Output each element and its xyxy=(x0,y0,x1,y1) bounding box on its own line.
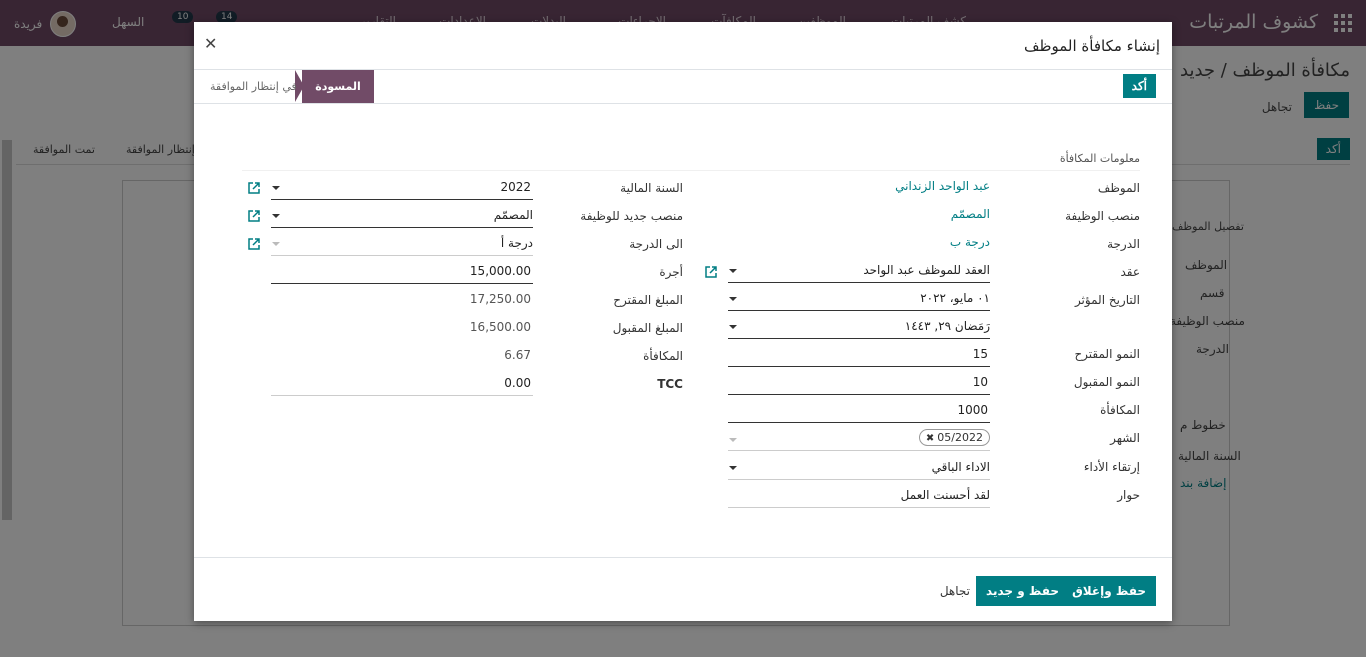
modal-title: إنشاء مكافأة الموظف xyxy=(1024,37,1160,55)
fiscal-year-label: السنة المالية xyxy=(620,181,683,195)
month-tag: ✖ 05/2022 xyxy=(918,429,990,446)
modal-footer: حفظ وإغلاق حفظ و جديد تجاهل xyxy=(194,557,1172,622)
employee-field[interactable]: عبد الواحد الزنداني xyxy=(728,176,990,198)
chevron-down-icon[interactable] xyxy=(729,269,737,273)
employee-value[interactable]: عبد الواحد الزنداني xyxy=(895,179,990,193)
performance-value: الاداء الباقي xyxy=(931,460,990,474)
external-link-icon[interactable] xyxy=(248,210,260,222)
reward-percent-value: 6.67 xyxy=(504,348,531,362)
dialog-value: لقد أحسنت العمل xyxy=(900,488,990,502)
to-grade-label: الى الدرجة xyxy=(629,237,683,251)
reward-input[interactable]: 1000 xyxy=(728,400,990,423)
modal-header: إنشاء مكافأة الموظف ✕ xyxy=(194,22,1172,70)
stage-waiting-approval[interactable]: في إنتظار الموافقة xyxy=(210,70,297,103)
proposed-amount-field: 17,250.00 xyxy=(271,289,533,311)
chevron-down-icon[interactable] xyxy=(272,186,280,190)
effective-date-field[interactable]: ٠١ مايو، ٢٠٢٢ xyxy=(728,288,990,311)
effective-date-value: ٠١ مايو، ٢٠٢٢ xyxy=(920,291,990,305)
confirm-button[interactable]: أكد xyxy=(1122,74,1156,98)
proposed-growth-value: 15 xyxy=(972,347,988,361)
grade-label: الدرجة xyxy=(1107,237,1140,251)
performance-select[interactable]: الاداء الباقي xyxy=(728,457,990,480)
month-tags-field[interactable]: ✖ 05/2022 xyxy=(728,428,990,451)
close-icon[interactable]: ✕ xyxy=(204,34,217,53)
reward-label: المكافأة xyxy=(1100,403,1140,417)
performance-label: إرتقاء الأداء xyxy=(1083,460,1140,474)
new-job-select[interactable]: المصمّم xyxy=(271,205,533,228)
chevron-down-icon[interactable] xyxy=(729,438,737,442)
divider xyxy=(242,170,1140,171)
modal-statusbar: أكد المسودة في إنتظار الموافقة xyxy=(194,70,1172,104)
external-link-icon[interactable] xyxy=(248,182,260,194)
month-tag-value: 05/2022 xyxy=(937,431,983,444)
create-reward-dialog: إنشاء مكافأة الموظف ✕ أكد المسودة في إنت… xyxy=(194,22,1172,621)
contract-label: عقد xyxy=(1120,265,1140,279)
stage-draft[interactable]: المسودة xyxy=(302,70,374,103)
job-label: منصب الوظيفة xyxy=(1065,209,1140,223)
grade-value[interactable]: درجة ب xyxy=(950,235,990,249)
reward-percent-field: 6.67 xyxy=(271,345,533,367)
wage-value: 15,000.00 xyxy=(469,264,531,278)
discard-button[interactable]: تجاهل xyxy=(940,584,970,598)
contract-select[interactable]: العقد للموظف عبد الواحد xyxy=(728,260,990,283)
hijri-date-field[interactable]: رَمَضان ٢٩, ١٤٤٣ xyxy=(728,316,990,339)
accepted-growth-value: 10 xyxy=(972,375,988,389)
dialog-label: حوار xyxy=(1117,488,1140,502)
to-grade-select[interactable]: درجة أ xyxy=(271,233,533,256)
proposed-amount-value: 17,250.00 xyxy=(469,292,531,306)
contract-value: العقد للموظف عبد الواحد xyxy=(863,263,990,277)
external-link-icon[interactable] xyxy=(705,266,717,278)
chevron-down-icon[interactable] xyxy=(729,325,737,329)
grade-field[interactable]: درجة ب xyxy=(728,232,990,254)
reward-value: 1000 xyxy=(957,403,988,417)
proposed-growth-input[interactable]: 15 xyxy=(728,344,990,367)
tcc-value: 0.00 xyxy=(504,376,531,390)
month-label: الشهر xyxy=(1110,431,1140,445)
wage-input[interactable]: 15,000.00 xyxy=(271,261,533,284)
hijri-date-value: رَمَضان ٢٩, ١٤٤٣ xyxy=(904,319,990,333)
new-job-label: منصب جديد للوظيفة xyxy=(580,209,683,223)
chevron-down-icon[interactable] xyxy=(729,466,737,470)
accepted-amount-field: 16,500.00 xyxy=(271,317,533,339)
external-link-icon[interactable] xyxy=(248,238,260,250)
proposed-growth-label: النمو المقترح xyxy=(1074,347,1140,361)
remove-tag-icon[interactable]: ✖ xyxy=(926,433,934,444)
chevron-down-icon[interactable] xyxy=(272,214,280,218)
fiscal-year-value: 2022 xyxy=(500,180,531,194)
accepted-amount-value: 16,500.00 xyxy=(469,320,531,334)
chevron-down-icon[interactable] xyxy=(729,297,737,301)
accepted-growth-label: النمو المقبول xyxy=(1073,375,1140,389)
group-title: معلومات المكافأة xyxy=(1059,152,1140,165)
new-job-value: المصمّم xyxy=(493,208,533,222)
chevron-down-icon[interactable] xyxy=(272,242,280,246)
proposed-amount-label: المبلغ المقترح xyxy=(613,293,683,307)
reward-percent-label: المكافأة xyxy=(643,349,683,363)
job-value[interactable]: المصمّم xyxy=(951,207,990,221)
effective-date-label: التاريخ المؤثر xyxy=(1074,293,1140,307)
dialog-input[interactable]: لقد أحسنت العمل xyxy=(728,485,990,508)
fiscal-year-select[interactable]: 2022 xyxy=(271,177,533,200)
to-grade-value: درجة أ xyxy=(500,236,533,250)
tcc-input[interactable]: 0.00 xyxy=(271,373,533,396)
save-close-button[interactable]: حفظ وإغلاق xyxy=(1062,576,1156,606)
save-new-button[interactable]: حفظ و جديد xyxy=(976,576,1069,606)
tcc-label: TCC xyxy=(657,377,683,391)
accepted-growth-input[interactable]: 10 xyxy=(728,372,990,395)
wage-label: أجرة xyxy=(659,265,683,279)
employee-label: الموظف xyxy=(1097,181,1140,195)
accepted-amount-label: المبلغ المقبول xyxy=(612,321,683,335)
job-field[interactable]: المصمّم xyxy=(728,204,990,226)
